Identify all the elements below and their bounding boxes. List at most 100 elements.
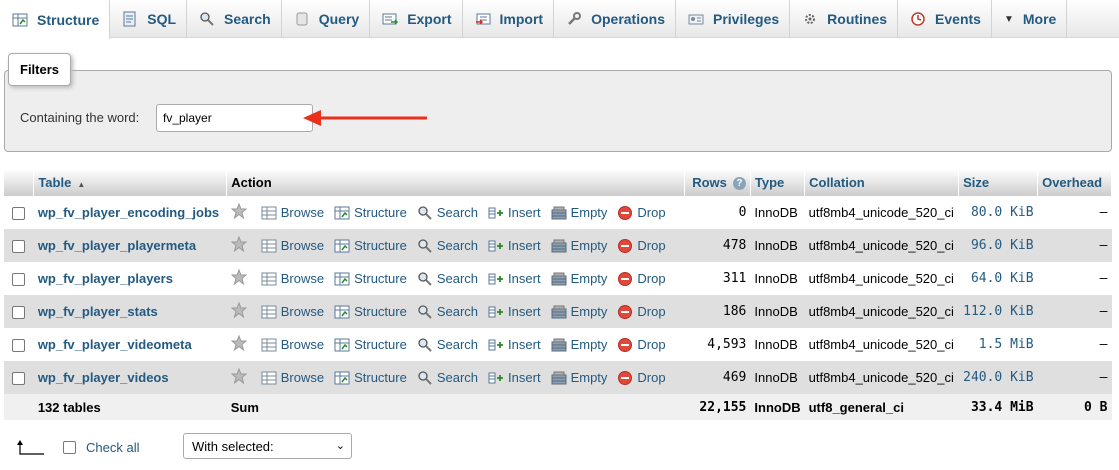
tab-export[interactable]: Export xyxy=(370,0,463,38)
tab-more[interactable]: ▼ More xyxy=(992,0,1068,38)
sort-rows-link[interactable]: Rows xyxy=(692,175,727,190)
structure-action[interactable]: Structure xyxy=(334,271,407,287)
star-icon[interactable] xyxy=(230,334,248,354)
row-checkbox[interactable] xyxy=(12,306,26,320)
table-name-link[interactable]: wp_fv_player_videos xyxy=(38,370,169,385)
empty-action[interactable]: Empty xyxy=(551,205,607,221)
empty-action[interactable]: Empty xyxy=(551,304,607,320)
row-count: 478 xyxy=(684,229,751,262)
browse-action[interactable]: Browse xyxy=(261,304,324,320)
tab-query[interactable]: Query xyxy=(282,0,371,38)
star-icon[interactable] xyxy=(230,367,248,387)
header-overhead[interactable]: Overhead xyxy=(1037,169,1112,196)
structure-action[interactable]: Structure xyxy=(334,370,407,386)
search-action[interactable]: Search xyxy=(417,205,478,221)
star-icon[interactable] xyxy=(230,268,248,288)
table-size-link[interactable]: 240.0 KiB xyxy=(958,361,1038,394)
drop-action[interactable]: Drop xyxy=(617,304,666,320)
drop-action[interactable]: Drop xyxy=(617,337,666,353)
chevron-down-icon: ⌄ xyxy=(335,440,345,452)
row-checkbox[interactable] xyxy=(12,207,26,221)
tab-privileges[interactable]: Privileges xyxy=(676,0,791,38)
empty-action[interactable]: Empty xyxy=(551,271,607,287)
tab-search[interactable]: Search xyxy=(187,0,282,38)
tab-routines[interactable]: Routines xyxy=(790,0,899,38)
row-checkbox[interactable] xyxy=(12,372,26,386)
empty-action[interactable]: Empty xyxy=(551,337,607,353)
row-checkbox[interactable] xyxy=(12,339,26,353)
tab-structure[interactable]: Structure xyxy=(0,0,111,39)
header-collation[interactable]: Collation xyxy=(804,169,960,196)
table-size-link[interactable]: 96.0 KiB xyxy=(958,229,1038,262)
help-icon[interactable]: ? xyxy=(732,177,746,191)
search-action[interactable]: Search xyxy=(417,238,478,254)
header-type[interactable]: Type xyxy=(750,169,806,196)
table-name-cell: wp_fv_player_videos xyxy=(33,361,227,394)
drop-action[interactable]: Drop xyxy=(617,271,666,287)
row-checkbox[interactable] xyxy=(12,240,26,254)
tables-list: Table ▲ Action Rows? Type Collation Size … xyxy=(4,169,1112,420)
search-action[interactable]: Search xyxy=(417,370,478,386)
check-all-link[interactable]: Check all xyxy=(86,440,139,455)
tab-sql[interactable]: SQL xyxy=(110,0,188,38)
browse-icon xyxy=(261,304,277,320)
sort-type-link[interactable]: Type xyxy=(755,175,784,190)
browse-action[interactable]: Browse xyxy=(261,205,324,221)
sort-size-link[interactable]: Size xyxy=(963,175,989,190)
empty-action[interactable]: Empty xyxy=(551,370,607,386)
table-name-link[interactable]: wp_fv_player_encoding_jobs xyxy=(38,205,219,220)
insert-action[interactable]: Insert xyxy=(488,271,541,287)
drop-action[interactable]: Drop xyxy=(617,205,666,221)
star-icon[interactable] xyxy=(230,301,248,321)
sort-table-link[interactable]: Table xyxy=(38,175,71,190)
search-action[interactable]: Search xyxy=(417,271,478,287)
insert-action[interactable]: Insert xyxy=(488,337,541,353)
browse-action[interactable]: Browse xyxy=(261,370,324,386)
table-name-link[interactable]: wp_fv_player_playermeta xyxy=(38,238,196,253)
insert-action[interactable]: Insert xyxy=(488,370,541,386)
table-size-link[interactable]: 1.5 MiB xyxy=(958,328,1038,361)
drop-action[interactable]: Drop xyxy=(617,370,666,386)
insert-action[interactable]: Insert xyxy=(488,304,541,320)
search-action[interactable]: Search xyxy=(417,304,478,320)
row-checkbox[interactable] xyxy=(12,273,26,287)
structure-action[interactable]: Structure xyxy=(334,205,407,221)
browse-icon xyxy=(261,337,277,353)
browse-action[interactable]: Browse xyxy=(261,238,324,254)
drop-icon xyxy=(617,304,633,320)
sql-icon xyxy=(122,11,138,27)
star-icon[interactable] xyxy=(230,202,248,222)
tab-import[interactable]: Import xyxy=(463,0,555,38)
with-selected-select[interactable]: With selected: ⌄ xyxy=(183,433,352,459)
bulk-actions-bar: Check all With selected: ⌄ xyxy=(0,432,1119,462)
table-size-link[interactable]: 80.0 KiB xyxy=(958,196,1038,229)
search-action[interactable]: Search xyxy=(417,337,478,353)
header-table[interactable]: Table ▲ xyxy=(33,169,228,196)
sort-collation-link[interactable]: Collation xyxy=(809,175,865,190)
empty-action[interactable]: Empty xyxy=(551,238,607,254)
tab-events[interactable]: Events xyxy=(898,0,992,38)
table-size-link[interactable]: 112.0 KiB xyxy=(958,295,1038,328)
check-all-checkbox[interactable] xyxy=(63,441,76,454)
summary-type: InnoDB xyxy=(750,394,805,420)
browse-action[interactable]: Browse xyxy=(261,271,324,287)
tab-label: Search xyxy=(224,11,271,27)
table-size-link[interactable]: 64.0 KiB xyxy=(958,262,1038,295)
header-size[interactable]: Size xyxy=(958,169,1039,196)
header-rows[interactable]: Rows? xyxy=(684,169,751,196)
structure-action[interactable]: Structure xyxy=(334,337,407,353)
browse-action[interactable]: Browse xyxy=(261,337,324,353)
insert-action[interactable]: Insert xyxy=(488,238,541,254)
structure-action[interactable]: Structure xyxy=(334,238,407,254)
tab-operations[interactable]: Operations xyxy=(554,0,676,38)
table-name-link[interactable]: wp_fv_player_players xyxy=(38,271,173,286)
star-icon[interactable] xyxy=(230,235,248,255)
routines-icon xyxy=(802,11,818,27)
drop-action[interactable]: Drop xyxy=(617,238,666,254)
insert-action[interactable]: Insert xyxy=(488,205,541,221)
table-name-link[interactable]: wp_fv_player_videometa xyxy=(38,337,192,352)
structure-action[interactable]: Structure xyxy=(334,304,407,320)
sort-overhead-link[interactable]: Overhead xyxy=(1042,175,1102,190)
table-name-link[interactable]: wp_fv_player_stats xyxy=(38,304,158,319)
filter-input[interactable] xyxy=(156,104,313,132)
